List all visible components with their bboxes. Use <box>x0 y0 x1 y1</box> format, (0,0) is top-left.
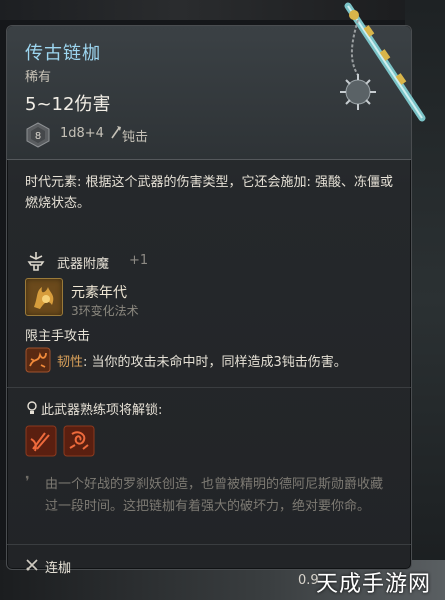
mastery-unlock-title: 此武器熟练项将解锁: <box>41 403 163 418</box>
flavor-text: 由一个好战的罗刹妖创造，也曾被精明的德阿尼斯勋爵收藏过一段时间。这把链枷有着强大… <box>45 477 384 514</box>
damage-type: 钝击 <box>122 130 149 145</box>
quote-icon: ❜ <box>25 474 30 490</box>
mastery-crush-icon[interactable] <box>63 425 95 457</box>
item-description: 时代元素: 根据这个武器的伤害类型，它还会施加: 强酸、冻僵或燃烧状态。 <box>25 175 394 211</box>
watermark: 天成手游网 <box>316 572 432 597</box>
d8-die-icon: 8 <box>26 122 50 148</box>
divider <box>7 544 411 545</box>
bludgeon-icon <box>111 126 121 139</box>
flail-weapon-image <box>340 2 426 122</box>
bulb-icon <box>27 401 37 414</box>
spell-name: 元素年代 <box>71 285 127 301</box>
item-damage: 5~12伤害 <box>25 94 111 115</box>
passive-name: 韧性 <box>57 355 84 370</box>
elemental-spell-icon[interactable] <box>25 278 63 316</box>
divider <box>7 387 411 388</box>
passive-skill-icon[interactable] <box>25 347 51 373</box>
flail-icon <box>26 559 38 571</box>
passive-effect: : 当你的攻击未命中时，同样造成3钝击伤害。 <box>83 355 347 370</box>
weapon-type: 连枷 <box>45 561 72 576</box>
dice-formula: 1d8+4 <box>60 126 104 141</box>
divider <box>7 159 411 160</box>
spell-school: 3环变化法术 <box>71 304 139 318</box>
enchant-value: +1 <box>129 253 149 268</box>
mainhand-restriction: 限主手攻击 <box>25 329 91 344</box>
enchant-label: 武器附魔 <box>57 257 110 272</box>
mastery-slash-icon[interactable] <box>25 425 57 457</box>
passive-description: 韧性: 当你的攻击未命中时，同样造成3钝击伤害。 <box>57 351 347 370</box>
item-rarity: 稀有 <box>25 70 52 85</box>
item-name: 传古链枷 <box>25 43 101 64</box>
anvil-icon <box>27 252 45 271</box>
die-face: 8 <box>35 131 41 142</box>
